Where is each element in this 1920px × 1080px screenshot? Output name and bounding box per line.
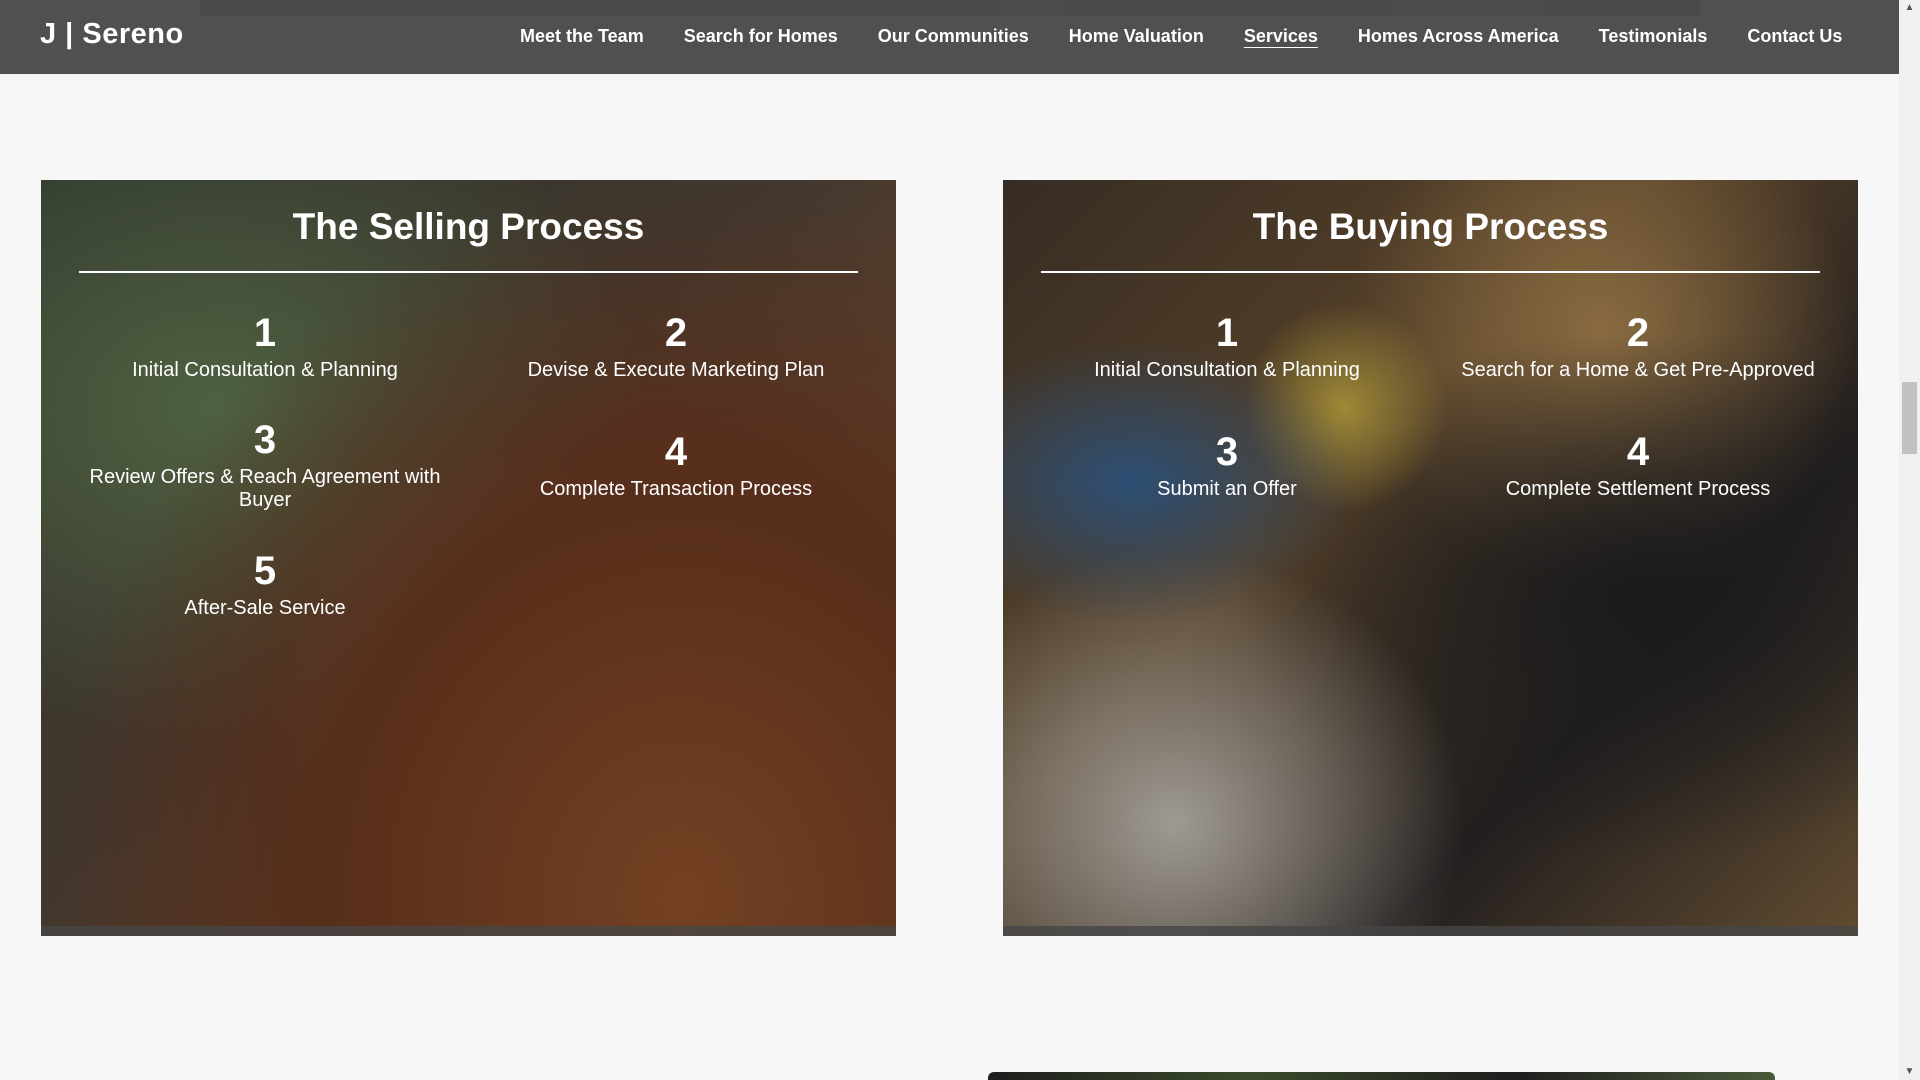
step-label: Initial Consultation & Planning <box>132 359 398 381</box>
next-section-image-edge <box>988 1072 1775 1080</box>
step-number: 4 <box>664 430 688 474</box>
buying-step-3: 3 Submit an Offer <box>1032 430 1422 501</box>
nav-search-for-homes[interactable]: Search for Homes <box>684 26 838 47</box>
scroll-thumb[interactable] <box>1902 382 1917 454</box>
step-number: 5 <box>253 549 277 593</box>
selling-step-3: 3 Review Offers & Reach Agreement with B… <box>75 418 455 512</box>
step-number: 1 <box>1215 311 1239 355</box>
selling-step-4: 4 Complete Transaction Process <box>481 430 871 501</box>
scroll-down-icon[interactable]: ▼ <box>1899 1064 1920 1080</box>
step-label: Devise & Execute Marketing Plan <box>527 359 825 381</box>
selling-step-1: 1 Initial Consultation & Planning <box>70 311 460 382</box>
step-label: Initial Consultation & Planning <box>1094 359 1360 381</box>
divider <box>79 271 858 273</box>
page-scrollbar[interactable]: ▲ ▼ <box>1899 0 1920 1080</box>
selling-process-title: The Selling Process <box>292 206 645 247</box>
nav-our-communities[interactable]: Our Communities <box>878 26 1029 47</box>
nav-home-valuation[interactable]: Home Valuation <box>1069 26 1204 47</box>
step-number: 1 <box>253 311 277 355</box>
buying-process-card: The Buying Process 1 Initial Consultatio… <box>1003 180 1858 936</box>
selling-step-2: 2 Devise & Execute Marketing Plan <box>481 311 871 382</box>
buying-step-4: 4 Complete Settlement Process <box>1443 430 1833 501</box>
step-number: 2 <box>1626 311 1650 355</box>
card-bottom-strip <box>41 926 896 936</box>
card-bottom-strip <box>1003 926 1858 936</box>
step-label: Review Offers & Reach Agreement with Buy… <box>89 466 441 511</box>
buying-process-title: The Buying Process <box>1252 206 1609 247</box>
buying-step-2: 2 Search for a Home & Get Pre-Approved <box>1443 311 1833 382</box>
step-number: 4 <box>1626 430 1650 474</box>
nav-meet-the-team[interactable]: Meet the Team <box>520 26 644 47</box>
step-label: After-Sale Service <box>184 597 346 619</box>
nav-testimonials[interactable]: Testimonials <box>1599 26 1708 47</box>
step-label: Search for a Home & Get Pre-Approved <box>1461 359 1815 381</box>
step-label: Submit an Offer <box>1157 478 1297 500</box>
step-label: Complete Transaction Process <box>539 478 813 500</box>
nav-services[interactable]: Services <box>1244 26 1318 47</box>
site-header: J | Sereno Meet the Team Search for Home… <box>0 0 1899 74</box>
step-number: 2 <box>664 311 688 355</box>
selling-process-card: The Selling Process 1 Initial Consultati… <box>41 180 896 936</box>
nav-contact-us[interactable]: Contact Us <box>1747 26 1842 47</box>
buying-step-1: 1 Initial Consultation & Planning <box>1032 311 1422 382</box>
main-nav: Meet the Team Search for Homes Our Commu… <box>500 26 1862 47</box>
step-number: 3 <box>1215 430 1239 474</box>
brand-logo[interactable]: J | Sereno <box>40 18 184 51</box>
selling-step-5: 5 After-Sale Service <box>70 549 460 620</box>
step-number: 3 <box>253 418 277 462</box>
scroll-up-icon[interactable]: ▲ <box>1899 0 1920 16</box>
step-label: Complete Settlement Process <box>1505 478 1771 500</box>
divider <box>1041 271 1820 273</box>
nav-homes-across-america[interactable]: Homes Across America <box>1358 26 1559 47</box>
